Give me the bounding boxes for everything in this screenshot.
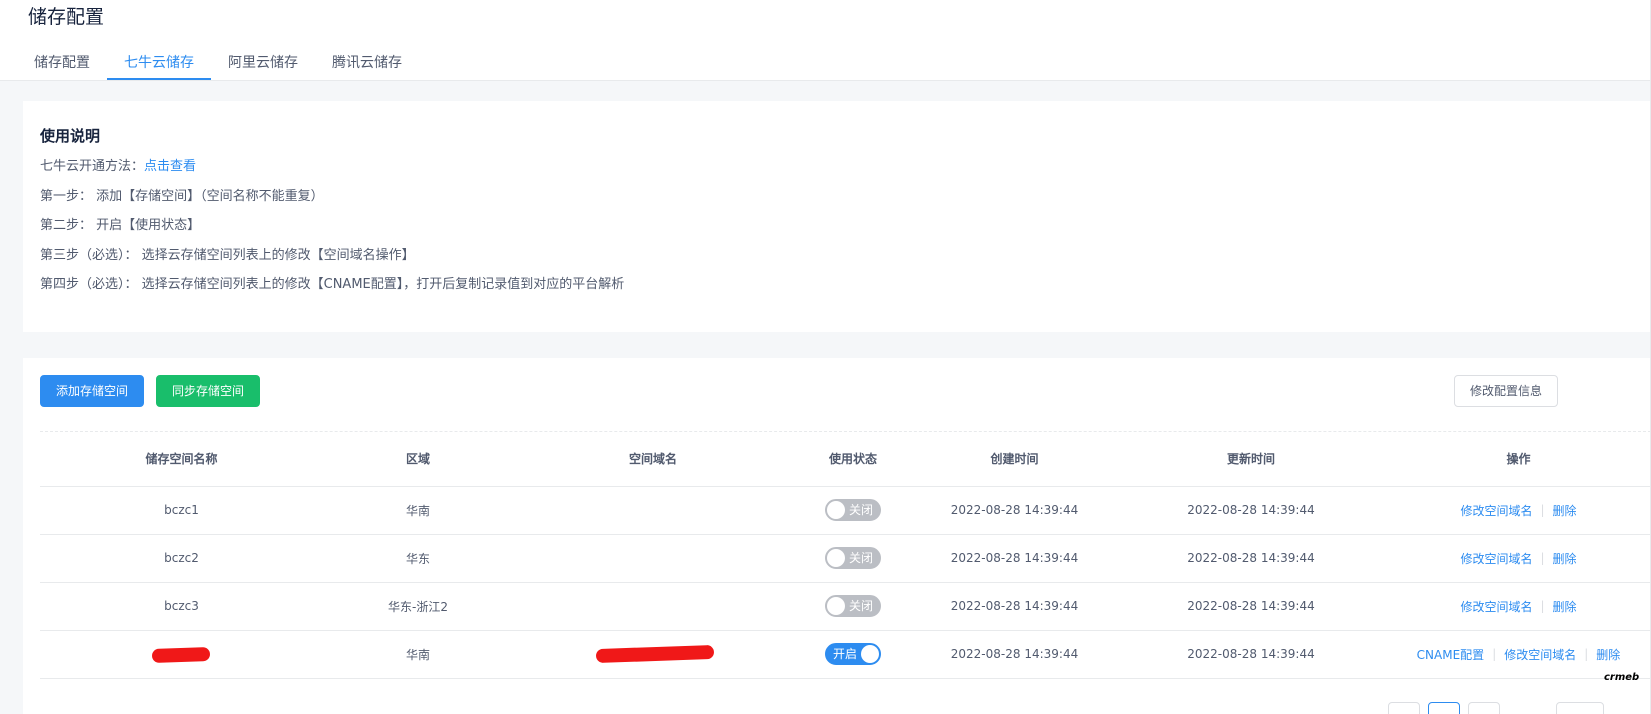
tab-storage-config[interactable]: 储存配置 — [17, 48, 107, 80]
instructions-title: 使用说明 — [40, 127, 101, 145]
toggle-knob — [861, 645, 879, 663]
updated-time: 2022-08-28 14:39:44 — [1116, 486, 1386, 535]
storage-table: 储存空间名称 区域 空间域名 使用状态 创建时间 更新时间 操作 bczc1 华… — [40, 432, 1651, 679]
column-header-status: 使用状态 — [793, 432, 913, 487]
bucket-name: bczc3 — [40, 582, 323, 631]
action-separator: | — [1540, 599, 1545, 613]
tab-qiniu-storage[interactable]: 七牛云储存 — [107, 48, 211, 80]
bucket-domain — [513, 486, 793, 535]
bucket-domain — [513, 582, 793, 631]
bucket-domain — [513, 630, 793, 679]
updated-time: 2022-08-28 14:39:44 — [1116, 582, 1386, 631]
table-header-row: 储存空间名称 区域 空间域名 使用状态 创建时间 更新时间 操作 — [40, 432, 1651, 487]
bucket-region: 华东 — [323, 534, 513, 583]
status-toggle[interactable]: 关闭 — [825, 547, 881, 569]
column-header-name: 储存空间名称 — [40, 432, 323, 487]
edit-domain-link[interactable]: 修改空间域名 — [1504, 646, 1576, 663]
instructions-line-signup: 七牛云开通方法：点击查看 — [40, 155, 196, 174]
action-separator: | — [1540, 551, 1545, 565]
instructions-card: 使用说明 七牛云开通方法：点击查看 第一步： 添加【存储空间】（空间名称不能重复… — [23, 101, 1651, 332]
created-time: 2022-08-28 14:39:44 — [913, 534, 1116, 583]
table-row: bczc3 华东-浙江2 关闭 2022-08-28 14:39:44 2022… — [40, 582, 1651, 631]
instructions-step-2: 第二步： 开启【使用状态】 — [40, 218, 201, 233]
delete-link[interactable]: 删除 — [1553, 502, 1577, 519]
status-cell: 开启 — [793, 630, 913, 679]
toggle-knob — [827, 597, 845, 615]
created-time: 2022-08-28 14:39:44 — [913, 630, 1116, 679]
edit-domain-link[interactable]: 修改空间域名 — [1460, 502, 1532, 519]
created-time: 2022-08-28 14:39:44 — [913, 582, 1116, 631]
action-separator: | — [1584, 647, 1589, 661]
page-header: 储存配置 储存配置 七牛云储存 阿里云储存 腾讯云储存 — [0, 0, 1651, 81]
actions-cell: 修改空间域名 | 删除 — [1386, 534, 1651, 583]
bucket-name: bczc1 — [40, 486, 323, 535]
status-cell: 关闭 — [793, 534, 913, 583]
next-page-button[interactable] — [1468, 702, 1500, 714]
toggle-label: 关闭 — [848, 599, 873, 613]
bucket-region: 华东-浙江2 — [323, 582, 513, 631]
status-cell: 关闭 — [793, 486, 913, 535]
page-title: 储存配置 — [28, 6, 105, 28]
action-separator: | — [1540, 503, 1545, 517]
redaction-mark — [595, 644, 715, 663]
redaction-mark — [151, 646, 211, 663]
created-time: 2022-08-28 14:39:44 — [913, 486, 1116, 535]
bucket-region: 华南 — [323, 630, 513, 679]
toggle-label: 关闭 — [848, 551, 873, 565]
prev-page-button[interactable] — [1388, 702, 1420, 714]
delete-link[interactable]: 删除 — [1596, 646, 1620, 663]
signup-method-label: 七牛云开通方法： — [40, 159, 145, 174]
instructions-step-4: 第四步（必选）： 选择云存储空间列表上的修改【CNAME配置】，打开后复制记录值… — [40, 277, 625, 292]
toggle-label: 开启 — [833, 647, 858, 661]
status-cell: 关闭 — [793, 582, 913, 631]
view-guide-link[interactable]: 点击查看 — [144, 159, 196, 174]
updated-time: 2022-08-28 14:39:44 — [1116, 534, 1386, 583]
table-row: 华南 开启 2022-08-28 14:39:44 2022-08-28 14:… — [40, 630, 1651, 679]
actions-cell: CNAME配置 | 修改空间域名 | 删除 — [1386, 630, 1651, 679]
edit-config-button[interactable]: 修改配置信息 — [1454, 375, 1559, 407]
status-toggle[interactable]: 关闭 — [825, 499, 881, 521]
status-toggle[interactable]: 开启 — [825, 643, 881, 665]
edit-domain-link[interactable]: 修改空间域名 — [1460, 550, 1532, 567]
action-separator: | — [1492, 647, 1497, 661]
tab-tencent-storage[interactable]: 腾讯云储存 — [315, 48, 419, 80]
bucket-domain — [513, 534, 793, 583]
storage-list-card: 添加存储空间 同步存储空间 修改配置信息 储存空间名称 区域 空间域名 使用状态… — [23, 358, 1651, 714]
instructions-step-3: 第三步（必选）： 选择云存储空间列表上的修改【空间域名操作】 — [40, 248, 415, 263]
updated-time: 2022-08-28 14:39:44 — [1116, 630, 1386, 679]
instructions-step-1: 第一步： 添加【存储空间】（空间名称不能重复） — [40, 189, 324, 204]
page-number-button[interactable] — [1428, 702, 1460, 714]
table-row: bczc1 华南 关闭 2022-08-28 14:39:44 2022-08-… — [40, 486, 1651, 535]
sync-storage-button[interactable]: 同步存储空间 — [156, 375, 261, 407]
bucket-name — [40, 630, 323, 679]
bucket-region: 华南 — [323, 486, 513, 535]
toggle-knob — [827, 501, 845, 519]
toggle-label: 关闭 — [848, 503, 873, 517]
column-header-domain: 空间域名 — [513, 432, 793, 487]
tab-aliyun-storage[interactable]: 阿里云储存 — [211, 48, 315, 80]
status-toggle[interactable]: 关闭 — [825, 595, 881, 617]
brand-logo: crmeb — [1604, 672, 1640, 683]
table-row: bczc2 华东 关闭 2022-08-28 14:39:44 2022-08-… — [40, 534, 1651, 583]
bucket-name: bczc2 — [40, 534, 323, 583]
toggle-knob — [827, 549, 845, 567]
edit-domain-link[interactable]: 修改空间域名 — [1460, 598, 1532, 615]
actions-cell: 修改空间域名 | 删除 — [1386, 486, 1651, 535]
storage-tabs: 储存配置 七牛云储存 阿里云储存 腾讯云储存 — [17, 48, 419, 80]
add-storage-button[interactable]: 添加存储空间 — [40, 375, 145, 407]
delete-link[interactable]: 删除 — [1553, 598, 1577, 615]
column-header-updated: 更新时间 — [1116, 432, 1386, 487]
page-jump-input[interactable] — [1556, 702, 1604, 714]
column-header-actions: 操作 — [1386, 432, 1651, 487]
column-header-region: 区域 — [323, 432, 513, 487]
actions-cell: 修改空间域名 | 删除 — [1386, 582, 1651, 631]
cname-config-link[interactable]: CNAME配置 — [1417, 646, 1485, 663]
delete-link[interactable]: 删除 — [1553, 550, 1577, 567]
column-header-created: 创建时间 — [913, 432, 1116, 487]
